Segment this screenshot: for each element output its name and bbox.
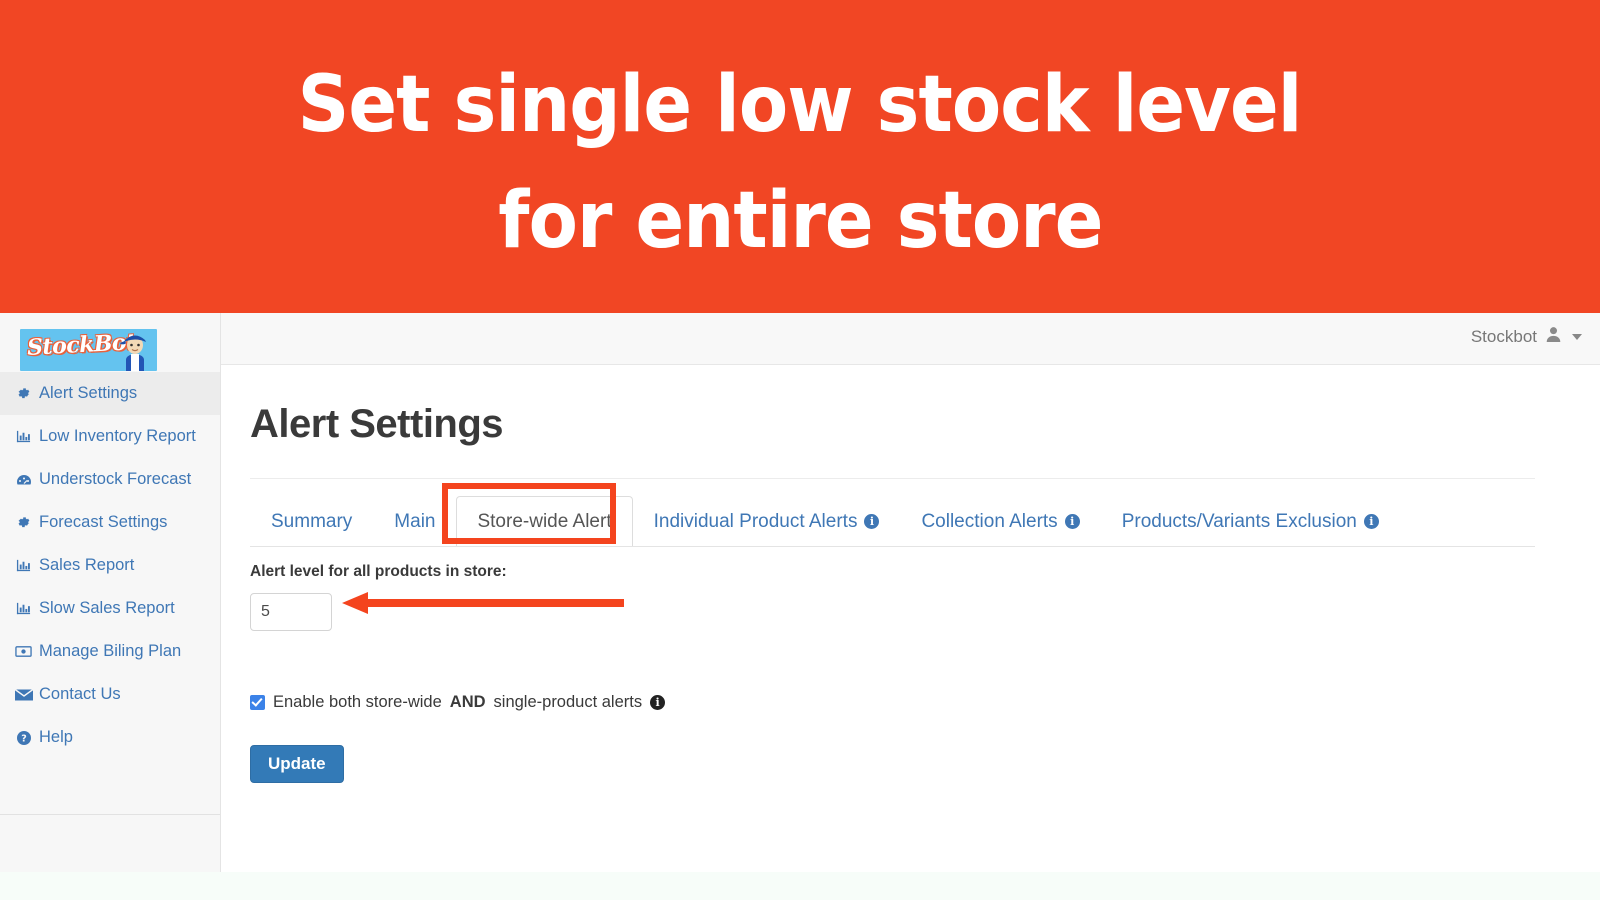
top-bar: Stockbot [0, 313, 1600, 365]
banner-headline-line-2: for entire store [497, 175, 1103, 266]
tab-main[interactable]: Main [373, 496, 456, 547]
sidebar-item-low-inventory-report[interactable]: Low Inventory Report [0, 415, 220, 458]
account-menu[interactable]: Stockbot [1471, 326, 1582, 348]
title-divider [250, 478, 1535, 479]
promo-banner: Set single low stock level for entire st… [0, 0, 1600, 313]
tab-summary[interactable]: Summary [250, 496, 373, 547]
alert-level-label: Alert level for all products in store: [250, 563, 507, 580]
tab-bar: Summary Main Store-wide Alert Individual… [250, 496, 1400, 547]
sidebar-item-label: Contact Us [39, 685, 121, 703]
enable-both-alerts-row[interactable]: Enable both store-wide AND single-produc… [250, 693, 666, 712]
envelope-icon [14, 686, 33, 703]
alert-level-input[interactable] [250, 593, 332, 631]
tab-store-wide-alert[interactable]: Store-wide Alert [456, 496, 633, 547]
question-circle-icon: ? [14, 729, 33, 746]
tab-label: Collection Alerts [921, 510, 1058, 532]
info-icon[interactable]: i [1064, 514, 1080, 529]
tab-label: Store-wide Alert [477, 510, 612, 532]
sidebar-item-label: Understock Forecast [39, 470, 192, 488]
sidebar-item-label: Forecast Settings [39, 513, 168, 531]
account-name-label: Stockbot [1470, 327, 1537, 346]
info-icon[interactable]: i [864, 514, 880, 529]
sidebar-divider [0, 814, 220, 815]
sidebar-item-understock-forecast[interactable]: Understock Forecast [0, 458, 220, 501]
main-content: Alert Settings Summary Main Store-wide A… [222, 366, 1600, 872]
tab-label: Products/Variants Exclusion [1121, 510, 1357, 532]
sidebar-item-slow-sales-report[interactable]: Slow Sales Report [0, 587, 220, 630]
dashboard-icon [14, 471, 33, 488]
update-button[interactable]: Update [250, 745, 344, 783]
svg-text:?: ? [21, 733, 27, 744]
banner-headline-line-1: Set single low stock level [298, 59, 1303, 150]
checkbox-label-and: AND [449, 693, 486, 711]
tab-collection-alerts[interactable]: Collection Alerts i [900, 496, 1100, 547]
sidebar-item-label: Low Inventory Report [39, 427, 196, 445]
sidebar-item-manage-billing-plan[interactable]: Manage Biling Plan [0, 630, 220, 673]
info-icon[interactable]: i [650, 695, 666, 710]
sidebar-item-label: Slow Sales Report [39, 599, 175, 617]
checkbox-label-before: Enable both store-wide [273, 693, 442, 711]
tab-individual-product-alerts[interactable]: Individual Product Alerts i [633, 496, 901, 547]
sidebar-item-label: Sales Report [39, 556, 135, 574]
bar-chart-icon [14, 557, 33, 574]
tab-label: Summary [271, 510, 353, 532]
sidebar-item-alert-settings[interactable]: Alert Settings [0, 372, 220, 415]
sidebar-item-label: Help [39, 728, 73, 746]
page-title: Alert Settings [250, 402, 504, 446]
page-bottom-area [0, 872, 1600, 900]
sidebar-item-label: Alert Settings [39, 384, 138, 402]
user-icon [1545, 326, 1562, 348]
sidebar-item-help[interactable]: ? Help [0, 716, 220, 759]
logo-character-icon [120, 335, 146, 371]
gear-icon [14, 514, 33, 531]
tabs-divider [250, 546, 1535, 547]
money-bill-icon [14, 643, 33, 660]
checkbox-label-after: single-product alerts [493, 693, 643, 711]
tab-label: Main [394, 510, 436, 532]
enable-both-alerts-checkbox[interactable] [250, 695, 265, 710]
sidebar: StockBot Alert Settings Low Inventory Re… [0, 313, 221, 872]
sidebar-nav: Alert Settings Low Inventory Report Unde… [0, 372, 220, 815]
gear-icon [14, 385, 33, 402]
sidebar-item-contact-us[interactable]: Contact Us [0, 673, 220, 716]
sidebar-item-forecast-settings[interactable]: Forecast Settings [0, 501, 220, 544]
stockbot-logo[interactable]: StockBot [20, 329, 157, 371]
tab-products-variants-exclusion[interactable]: Products/Variants Exclusion i [1101, 496, 1400, 547]
tab-label: Individual Product Alerts [653, 510, 858, 532]
sidebar-item-label: Manage Biling Plan [39, 642, 182, 660]
bar-chart-icon [14, 600, 33, 617]
bar-chart-icon [14, 428, 33, 445]
sidebar-item-sales-report[interactable]: Sales Report [0, 544, 220, 587]
app-window: Stockbot StockBot Alert Settings Low Inv… [0, 313, 1600, 872]
chevron-down-icon [1572, 334, 1582, 340]
info-icon[interactable]: i [1363, 514, 1379, 529]
